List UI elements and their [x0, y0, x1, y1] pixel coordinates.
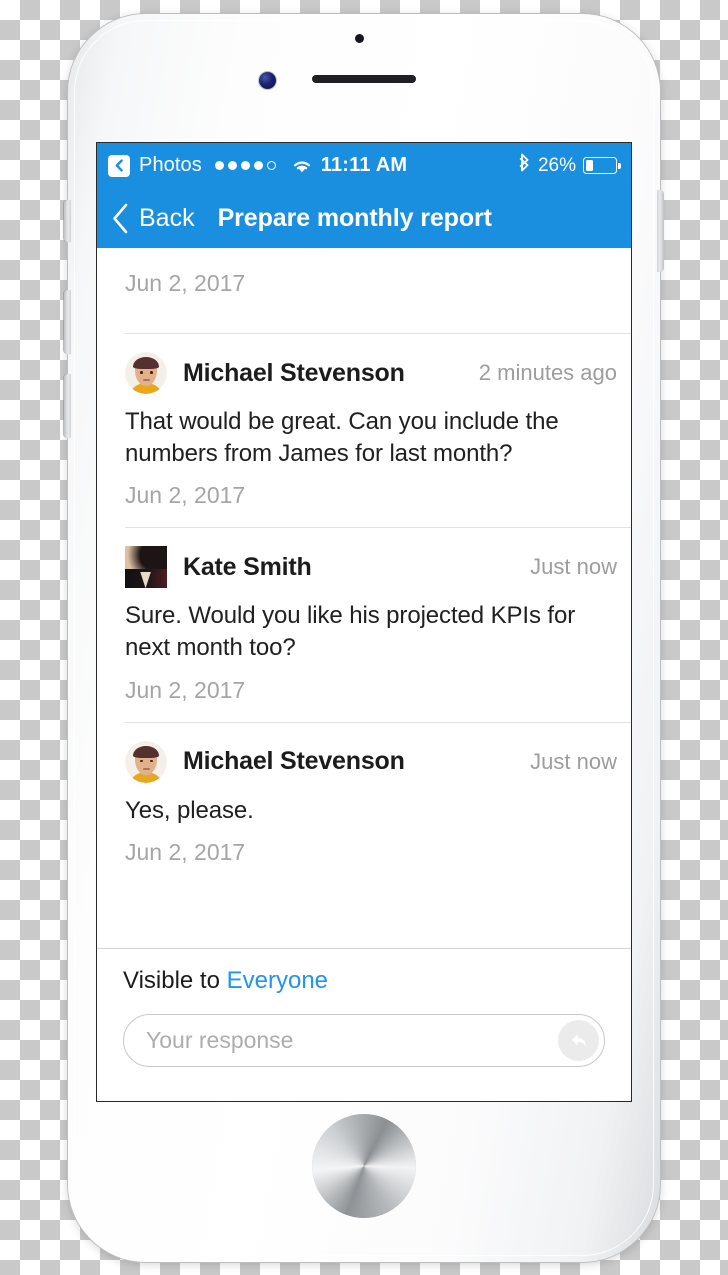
chevron-left-icon [113, 203, 128, 233]
status-bar-app-name[interactable]: Photos [139, 154, 202, 177]
message-author: Michael Stevenson [183, 747, 405, 776]
visibility-row: Visible to Everyone [123, 967, 605, 995]
reply-arrow-icon [571, 1034, 586, 1047]
message-header: Kate Smith Just now [97, 528, 617, 589]
avatar-cartoon-male-icon [125, 740, 167, 783]
visibility-value-link[interactable]: Everyone [227, 967, 328, 994]
volume-down-button[interactable] [64, 374, 71, 438]
bluetooth-icon [519, 153, 531, 178]
navigation-bar: Back Prepare monthly report [97, 188, 631, 248]
avatar[interactable] [125, 740, 167, 783]
status-bar-left-group[interactable]: Photos [108, 154, 313, 177]
message-partial-top: Jun 2, 2017 [97, 248, 631, 333]
avatar-cartoon-male-icon [125, 352, 167, 394]
message-author: Michael Stevenson [183, 358, 405, 387]
status-bar: Photos 11:11 AM 26% [97, 143, 631, 188]
home-button[interactable] [312, 1114, 416, 1218]
avatar-photo-woman-icon [125, 546, 167, 589]
power-button[interactable] [657, 190, 664, 272]
battery-icon [583, 157, 621, 174]
avatar[interactable] [125, 546, 167, 589]
message-header: Michael Stevenson Just now [97, 723, 617, 783]
phone-screen: Photos 11:11 AM 26% Back Prepare monthly… [97, 143, 631, 1101]
cellular-signal-dots-icon [214, 161, 276, 170]
page-title: Prepare monthly report [217, 203, 492, 232]
proximity-sensor-icon [355, 34, 364, 43]
avatar[interactable] [125, 352, 167, 394]
wifi-icon [291, 157, 313, 174]
message-header: Michael Stevenson 2 minutes ago [97, 334, 617, 394]
back-button-label: Back [139, 203, 195, 232]
message-item[interactable]: Kate Smith Just now Sure. Would you like… [97, 528, 631, 721]
composer-bar: Visible to Everyone [97, 948, 631, 1101]
message-date: Jun 2, 2017 [125, 839, 246, 866]
message-relative-time: Just now [530, 554, 617, 580]
message-item[interactable]: Michael Stevenson Just now Yes, please. … [97, 723, 631, 885]
message-author: Kate Smith [183, 552, 312, 581]
response-input-row [123, 1014, 605, 1067]
visibility-label: Visible to [123, 967, 220, 994]
battery-fill-level [585, 159, 594, 172]
message-body: That would be great. Can you include the… [125, 408, 559, 467]
phone-device-frame: Photos 11:11 AM 26% Back Prepare monthly… [64, 14, 664, 1262]
battery-percent-label: 26% [537, 154, 576, 176]
message-date: Jun 2, 2017 [125, 482, 246, 509]
volume-up-button[interactable] [64, 290, 71, 354]
front-camera-icon [259, 72, 276, 89]
status-bar-back-icon[interactable] [108, 154, 130, 177]
back-button[interactable]: Back [111, 203, 195, 234]
message-date: Jun 2, 2017 [125, 676, 246, 703]
message-body: Yes, please. [125, 796, 254, 824]
message-relative-time: Just now [530, 748, 617, 774]
conversation-list[interactable]: Jun 2, 2017 Michael Stevenson 2 minutes … [97, 248, 631, 948]
status-bar-right-group: 26% [519, 153, 621, 178]
send-reply-button[interactable] [558, 1020, 599, 1061]
response-input[interactable] [123, 1014, 605, 1067]
message-body: Sure. Would you like his projected KPIs … [125, 602, 576, 662]
silence-switch[interactable] [64, 200, 71, 242]
message-relative-time: 2 minutes ago [478, 360, 617, 385]
message-item[interactable]: Michael Stevenson 2 minutes ago That wou… [97, 334, 631, 527]
message-date: Jun 2, 2017 [125, 270, 246, 296]
earpiece-speaker-icon [312, 75, 416, 83]
